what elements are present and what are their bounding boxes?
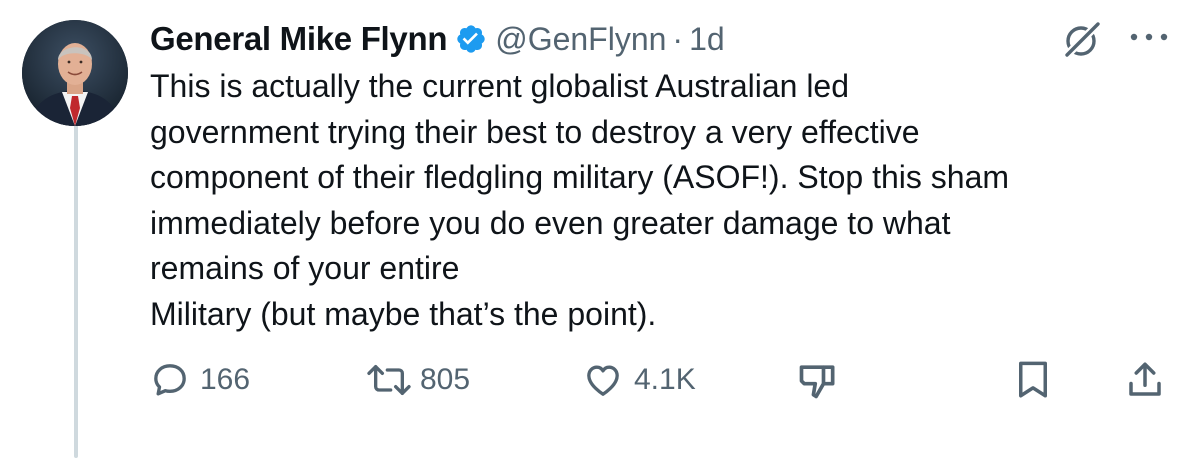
reply-count: 166 bbox=[200, 363, 251, 396]
tweet-timestamp[interactable]: 1d bbox=[689, 21, 725, 58]
author-display-name[interactable]: General Mike Flynn bbox=[150, 20, 448, 58]
heart-icon bbox=[582, 360, 624, 400]
tweet-text-line: remains of your entire bbox=[150, 250, 460, 286]
bookmark-icon bbox=[1014, 359, 1052, 401]
tweet[interactable]: General Mike Flynn @GenFlynn · 1d This i… bbox=[0, 0, 1200, 458]
more-icon[interactable] bbox=[1124, 22, 1174, 52]
verified-badge-icon bbox=[455, 23, 487, 55]
author-handle[interactable]: @GenFlynn bbox=[495, 21, 666, 58]
tweet-text: This is actually the current globalist A… bbox=[150, 64, 1160, 337]
tweet-text-line: Military (but maybe that’s the point). bbox=[150, 295, 657, 332]
retweet-icon bbox=[364, 360, 414, 400]
tweet-text-line: This is actually the current globalist A… bbox=[150, 68, 850, 104]
share-icon bbox=[1124, 359, 1166, 401]
avatar[interactable] bbox=[22, 20, 128, 126]
thumbs-down-icon bbox=[796, 358, 840, 402]
tweet-text-line: government trying their best to destroy … bbox=[150, 113, 920, 150]
action-bar: 166 805 4.1K bbox=[0, 352, 1200, 408]
retweet-button[interactable]: 805 bbox=[364, 352, 470, 408]
tweet-header: General Mike Flynn @GenFlynn · 1d bbox=[150, 16, 725, 62]
share-button[interactable] bbox=[1124, 352, 1166, 408]
retweet-count: 805 bbox=[420, 363, 471, 396]
dislike-button[interactable] bbox=[796, 352, 840, 408]
tweet-text-line: component of their fledgling military (A… bbox=[150, 159, 1010, 195]
reply-icon bbox=[150, 360, 190, 400]
tweet-text-line: immediately before you do even greater d… bbox=[150, 204, 951, 241]
grok-icon[interactable] bbox=[1060, 16, 1106, 62]
bookmark-button[interactable] bbox=[1014, 352, 1052, 408]
like-button[interactable]: 4.1K bbox=[582, 352, 696, 408]
like-count: 4.1K bbox=[634, 363, 696, 396]
header-separator: · bbox=[672, 20, 684, 57]
reply-button[interactable]: 166 bbox=[150, 352, 250, 408]
